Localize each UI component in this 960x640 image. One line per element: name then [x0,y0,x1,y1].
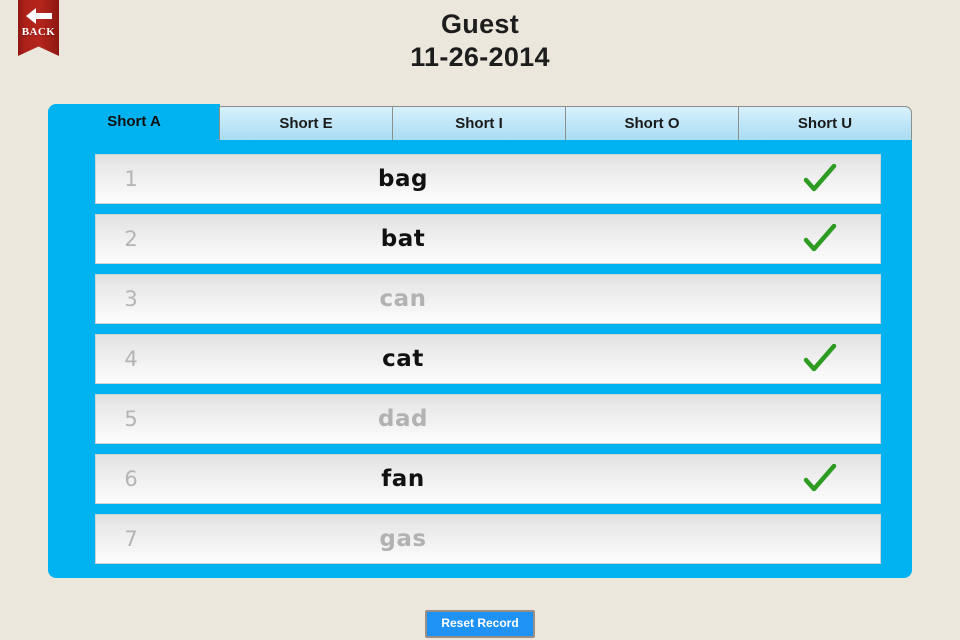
row-number: 3 [124,287,138,311]
check-icon [803,224,837,252]
tab-short-u[interactable]: Short U [738,106,912,140]
tab-short-o[interactable]: Short O [565,106,739,140]
tab-short-e[interactable]: Short E [219,106,393,140]
row-word: bat [380,226,426,252]
table-row[interactable]: 3 can [95,274,881,324]
tab-short-o-label: Short O [624,115,680,132]
row-status [760,284,880,314]
row-status [760,344,880,374]
tab-short-a[interactable]: Short A [48,104,220,140]
row-word: bag [378,166,428,192]
table-row[interactable]: 4 cat [95,334,881,384]
row-word: cat [382,346,424,372]
tab-short-e-label: Short E [279,115,333,132]
row-status [760,464,880,494]
row-status [760,404,880,434]
table-row[interactable]: 2 bat [95,214,881,264]
row-number: 2 [124,227,138,251]
tab-short-i-label: Short I [455,115,503,132]
vowel-tabbar: Short A Short E Short I Short O Short U [48,104,912,140]
table-row[interactable]: 1 bag [95,154,881,204]
row-number: 7 [124,527,138,551]
check-icon [803,164,837,192]
tab-short-i[interactable]: Short I [392,106,566,140]
row-number: 1 [124,167,138,191]
table-row[interactable]: 6 fan [95,454,881,504]
reset-record-button[interactable]: Reset Record [425,610,535,638]
row-word: dad [378,406,428,432]
user-name: Guest [440,9,520,39]
row-word: gas [379,526,427,552]
footer: Reset Record [0,610,960,638]
row-status [760,164,880,194]
session-date: 11-26-2014 [410,42,550,72]
word-list-container: 1 bag 2 bat 3 can 4 cat 5 dad 6 fan 7 ga… [48,140,912,578]
row-number: 4 [124,347,138,371]
check-icon [803,464,837,492]
table-row[interactable]: 5 dad [95,394,881,444]
row-word: can [379,286,427,312]
row-status [760,224,880,254]
row-number: 5 [124,407,138,431]
check-icon [803,344,837,372]
row-status [760,524,880,554]
row-word: fan [381,466,425,492]
row-number: 6 [124,467,138,491]
page-header: Guest 11-26-2014 [0,8,960,74]
word-list-panel: Short A Short E Short I Short O Short U … [48,104,912,578]
table-row[interactable]: 7 gas [95,514,881,564]
tab-short-a-label: Short A [107,113,161,130]
tab-short-u-label: Short U [797,115,853,132]
